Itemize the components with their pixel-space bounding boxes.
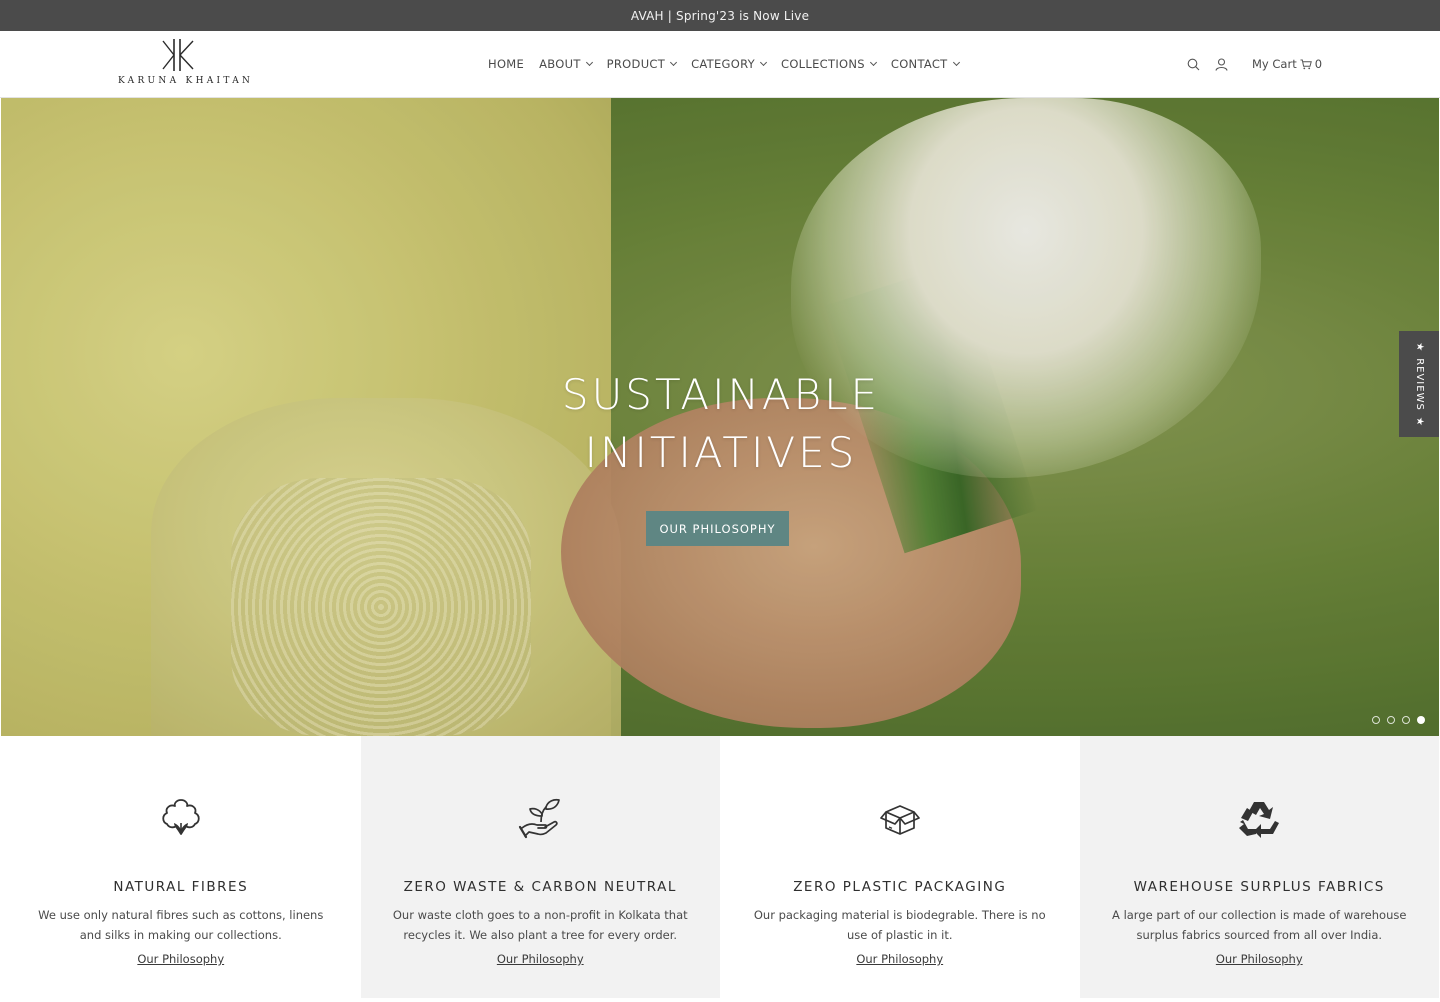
hero-title-line1: SUSTAINABLE <box>561 370 881 419</box>
feature-link[interactable]: Our Philosophy <box>361 952 721 966</box>
nav-contact-label: CONTACT <box>890 57 948 71</box>
nav-about[interactable]: ABOUT <box>539 57 593 71</box>
feature-description: Our waste cloth goes to a non-profit in … <box>392 908 688 942</box>
nav-product-label: PRODUCT <box>606 57 666 71</box>
logo-mark-icon <box>162 39 194 71</box>
slider-dot-3[interactable] <box>1402 716 1410 724</box>
cart-link[interactable]: My Cart 0 <box>1252 57 1322 71</box>
hero-slider: SUSTAINABLE INITIATIVES OUR PHILOSOPHY <box>1 98 1439 736</box>
feature-description: Our packaging material is biodegrable. T… <box>753 908 1046 942</box>
feature-description: A large part of our collection is made o… <box>1112 908 1407 942</box>
search-icon[interactable] <box>1186 57 1200 71</box>
feature-natural-fibres: NATURAL FIBRES We use only natural fibre… <box>1 736 361 998</box>
slider-dot-4[interactable] <box>1417 716 1425 724</box>
brand-logo[interactable]: KARUNA KHAITAN <box>118 37 254 93</box>
nav-collections-label: COLLECTIONS <box>781 57 865 71</box>
reviews-tab[interactable]: ★ REVIEWS ★ <box>1399 331 1439 437</box>
features-section: NATURAL FIBRES We use only natural fibre… <box>1 736 1439 998</box>
hero-title-line2: INITIATIVES <box>584 428 858 477</box>
plant-hand-icon <box>519 798 561 839</box>
nav-product[interactable]: PRODUCT <box>606 57 678 71</box>
box-icon <box>879 805 920 835</box>
feature-link[interactable]: Our Philosophy <box>1080 952 1440 966</box>
feature-title: ZERO WASTE & CARBON NEUTRAL <box>403 879 677 895</box>
recycle-icon <box>1239 802 1280 838</box>
feature-warehouse-surplus: WAREHOUSE SURPLUS FABRICS A large part o… <box>1079 736 1440 998</box>
feature-description: We use only natural fibres such as cotto… <box>38 908 324 942</box>
reviews-label: REVIEWS <box>1413 357 1425 411</box>
cart-label: My Cart <box>1252 57 1297 71</box>
star-icon: ★ <box>1413 341 1425 352</box>
nav-collections[interactable]: COLLECTIONS <box>781 57 877 71</box>
chevron-down-icon <box>869 58 877 67</box>
chevron-down-icon <box>952 58 960 67</box>
feature-link[interactable]: Our Philosophy <box>720 952 1080 966</box>
slider-dots <box>1372 716 1425 724</box>
feature-link[interactable]: Our Philosophy <box>1 952 361 966</box>
feature-title: NATURAL FIBRES <box>113 879 249 895</box>
nav-category-label: CATEGORY <box>691 57 755 71</box>
header-utilities: My Cart 0 <box>1186 57 1322 71</box>
cart-icon <box>1300 59 1312 69</box>
site-header: KARUNA KHAITAN HOME ABOUT PRODUCT CATEGO… <box>0 31 1440 98</box>
our-philosophy-button[interactable]: OUR PHILOSOPHY <box>646 511 789 546</box>
feature-title: WAREHOUSE SURPLUS FABRICS <box>1133 879 1385 895</box>
star-icon: ★ <box>1413 416 1425 427</box>
cotton-icon <box>162 799 200 835</box>
slider-dot-1[interactable] <box>1372 716 1380 724</box>
nav-home[interactable]: HOME <box>488 57 524 71</box>
hero-title: SUSTAINABLE INITIATIVES <box>421 366 1021 482</box>
nav-home-label: HOME <box>488 57 525 71</box>
nav-category[interactable]: CATEGORY <box>691 57 768 71</box>
nav-contact[interactable]: CONTACT <box>890 57 960 71</box>
announcement-text: AVAH | Spring'23 is Now Live <box>630 8 810 23</box>
nav-about-label: ABOUT <box>539 57 581 71</box>
announcement-bar: AVAH | Spring'23 is Now Live <box>0 0 1440 31</box>
brand-name: KARUNA KHAITAN <box>118 76 254 86</box>
cart-count: 0 <box>1314 57 1323 71</box>
feature-title: ZERO PLASTIC PACKAGING <box>793 879 1007 895</box>
chevron-down-icon <box>759 58 768 67</box>
feature-zero-waste: ZERO WASTE & CARBON NEUTRAL Our waste cl… <box>360 736 721 998</box>
slider-dot-2[interactable] <box>1387 716 1395 724</box>
feature-zero-plastic: ZERO PLASTIC PACKAGING Our packaging mat… <box>720 736 1080 998</box>
main-nav: HOME ABOUT PRODUCT CATEGORY COLLECTIONS … <box>488 57 960 71</box>
user-icon[interactable] <box>1214 57 1228 71</box>
chevron-down-icon <box>585 58 593 67</box>
chevron-down-icon <box>670 58 678 67</box>
